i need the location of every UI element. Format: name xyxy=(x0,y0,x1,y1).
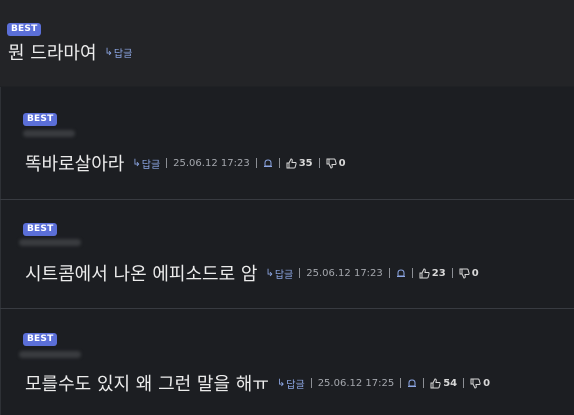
reply-arrow-icon: ↳ xyxy=(104,46,113,58)
reply-line: 모를수도 있지 왜 그런 말을 해ㅠ ↳ 답글 25.06.12 17:25 5… xyxy=(25,371,490,395)
best-badge: BEST xyxy=(23,333,58,346)
reply-meta: 25.06.12 17:25 54 0 xyxy=(305,378,490,389)
reply-arrow-icon: ↳ xyxy=(265,267,274,279)
divider xyxy=(318,158,320,168)
reply-line: 시트콤에서 나온 에피소드로 암 ↳ 답글 25.06.12 17:23 23 xyxy=(25,261,479,285)
nickname-blurred xyxy=(19,239,81,246)
thumbs-down-icon[interactable] xyxy=(326,158,337,169)
best-badge: BEST xyxy=(23,223,58,236)
thumbs-up-icon[interactable] xyxy=(286,157,297,169)
like-count: 54 xyxy=(443,377,458,389)
divider xyxy=(299,268,301,278)
timestamp: 25.06.12 17:25 xyxy=(317,377,395,389)
bell-report-icon[interactable] xyxy=(396,268,406,278)
reply-line: 똑바로살아라 ↳ 답글 25.06.12 17:23 35 0 xyxy=(25,151,346,175)
reply-item: BEST 모를수도 있지 왜 그런 말을 해ㅠ ↳ 답글 25.06.12 17… xyxy=(0,309,574,415)
comment-section: BEST 뭔 드라마여 ↳ 답글 BEST 똑바로살아라 ↳ 답글 25.06.… xyxy=(0,0,574,415)
comment-item: BEST 뭔 드라마여 ↳ 답글 xyxy=(0,0,574,86)
reply-label: 답글 xyxy=(113,48,133,60)
dislike-count: 0 xyxy=(338,157,346,169)
timestamp: 25.06.12 17:23 xyxy=(306,267,383,279)
reply-text: 똑바로살아라 xyxy=(25,154,125,175)
reply-button[interactable]: ↳ 답글 xyxy=(132,156,160,171)
reply-label: 답글 xyxy=(141,159,161,171)
divider xyxy=(463,378,465,388)
divider xyxy=(310,378,312,388)
reply-label: 답글 xyxy=(286,379,305,391)
thumbs-down-icon[interactable] xyxy=(470,378,481,389)
divider xyxy=(411,268,413,278)
thumbs-up-icon[interactable] xyxy=(430,377,441,389)
timestamp: 25.06.12 17:23 xyxy=(173,157,250,169)
divider xyxy=(400,378,402,388)
best-badge: BEST xyxy=(23,113,58,126)
bell-report-icon[interactable] xyxy=(407,378,417,388)
best-badge: BEST xyxy=(7,23,42,36)
reply-item: BEST 시트콤에서 나온 에피소드로 암 ↳ 답글 25.06.12 17:2… xyxy=(0,200,574,308)
divider xyxy=(255,158,257,168)
reply-button[interactable]: ↳ 답글 xyxy=(105,45,133,60)
reply-button[interactable]: ↳ 답글 xyxy=(265,266,293,281)
divider xyxy=(423,378,425,388)
comment-line: 뭔 드라마여 ↳ 답글 xyxy=(8,40,132,64)
reply-text: 모를수도 있지 왜 그런 말을 해ㅠ xyxy=(25,374,269,395)
dislike-count: 0 xyxy=(471,267,479,279)
reply-button[interactable]: ↳ 답글 xyxy=(277,376,305,391)
reply-label: 답글 xyxy=(274,269,294,281)
reply-meta: 25.06.12 17:23 23 0 xyxy=(293,267,479,279)
reply-text: 시트콤에서 나온 에피소드로 암 xyxy=(25,264,258,285)
thumbs-down-icon[interactable] xyxy=(459,268,470,279)
dislike-count: 0 xyxy=(483,377,491,389)
thumbs-up-icon[interactable] xyxy=(419,267,430,279)
nickname-blurred xyxy=(23,130,75,137)
divider xyxy=(388,268,390,278)
divider xyxy=(451,268,453,278)
nickname-blurred xyxy=(19,351,81,358)
bell-report-icon[interactable] xyxy=(263,158,273,168)
reply-arrow-icon: ↳ xyxy=(132,157,141,169)
divider xyxy=(166,158,168,168)
divider xyxy=(278,158,280,168)
like-count: 23 xyxy=(431,267,446,279)
comment-text: 뭔 드라마여 xyxy=(8,43,97,64)
reply-item: BEST 똑바로살아라 ↳ 답글 25.06.12 17:23 35 0 xyxy=(0,87,574,199)
reply-arrow-icon: ↳ xyxy=(276,377,286,389)
reply-meta: 25.06.12 17:23 35 0 xyxy=(160,157,346,169)
like-count: 35 xyxy=(298,157,313,169)
